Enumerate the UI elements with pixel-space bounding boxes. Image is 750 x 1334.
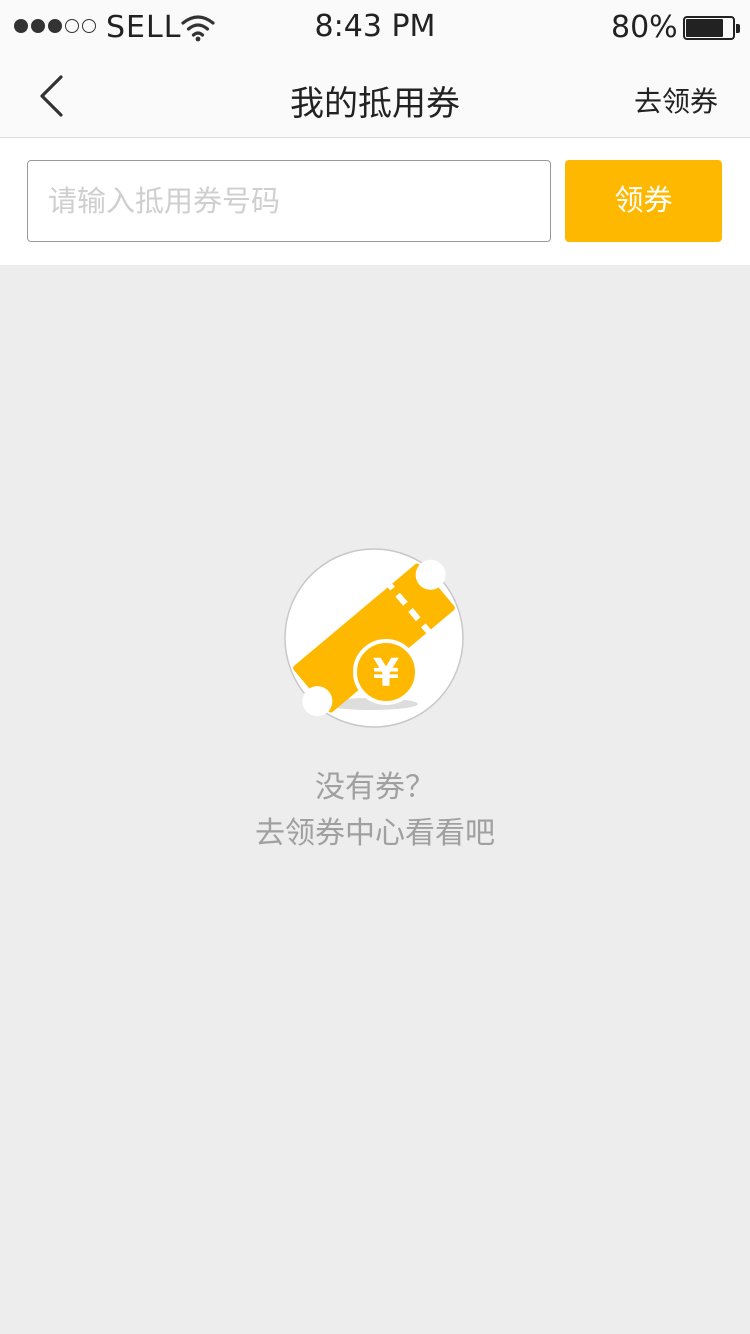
status-bar: SELL 8:43 PM 80%: [0, 0, 750, 56]
go-get-coupons-link[interactable]: 去领券: [634, 80, 718, 120]
empty-state-title: 没有券？: [315, 770, 435, 805]
navigation-bar: 我的抵用券 去领券: [0, 56, 750, 138]
empty-state-hint: 去领券中心看看吧: [255, 816, 495, 851]
coupon-yen-icon: ¥: [284, 548, 464, 728]
coupon-page: SELL 8:43 PM 80% 我的抵用券 去领券 领券: [0, 0, 750, 1334]
yen-symbol: ¥: [373, 651, 399, 695]
coupon-code-input[interactable]: [27, 160, 551, 242]
claim-coupon-button[interactable]: 领券: [565, 160, 722, 242]
battery-percent: 80%: [611, 10, 678, 45]
battery-icon: [683, 16, 740, 40]
